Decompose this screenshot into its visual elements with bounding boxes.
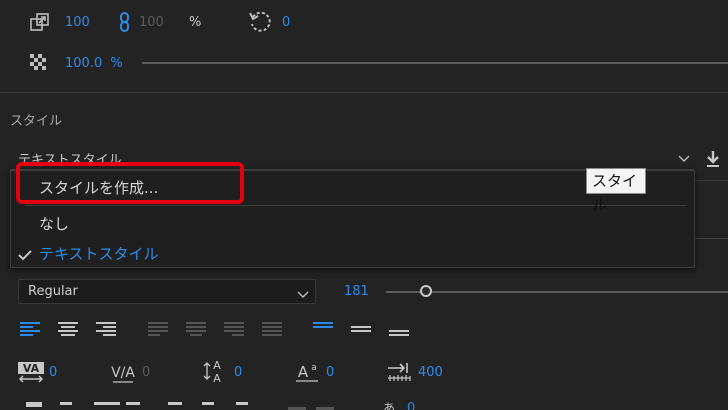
align-bottom-icon[interactable] bbox=[389, 330, 411, 346]
opacity-slider[interactable] bbox=[142, 62, 728, 64]
rotation-value[interactable]: 0 bbox=[282, 15, 290, 30]
font-style-value: Regular bbox=[28, 284, 78, 299]
svg-text:A: A bbox=[298, 363, 309, 381]
leading-icon: AA bbox=[203, 358, 227, 385]
justify-all-icon[interactable] bbox=[262, 322, 284, 338]
row-divider bbox=[695, 238, 728, 239]
stroke-icons-row bbox=[286, 402, 346, 410]
baseline-shift-icon: Aa bbox=[295, 360, 319, 384]
panel-edge bbox=[695, 180, 728, 181]
svg-text:a: a bbox=[311, 363, 317, 373]
leading-value[interactable]: 0 bbox=[234, 365, 242, 380]
opacity-number: 100.0 bbox=[65, 56, 103, 71]
style-section-label: スタイル bbox=[10, 114, 63, 129]
baseline-shift-value[interactable]: 0 bbox=[326, 365, 334, 380]
opacity-value[interactable]: 100.0 % bbox=[65, 56, 123, 71]
opacity-unit: % bbox=[110, 56, 123, 71]
rotation-icon bbox=[248, 10, 272, 34]
align-left-icon[interactable] bbox=[20, 322, 42, 338]
font-size-slider[interactable] bbox=[386, 291, 728, 293]
scale-unit: % bbox=[189, 15, 202, 30]
scale-icon bbox=[30, 12, 50, 32]
checkmark-icon bbox=[18, 246, 32, 265]
font-size-slider-handle[interactable] bbox=[420, 285, 432, 297]
justify-left-icon[interactable] bbox=[148, 322, 170, 338]
svg-text:A: A bbox=[213, 359, 221, 372]
align-right-icon[interactable] bbox=[96, 322, 118, 338]
menu-separator bbox=[25, 205, 686, 206]
scale-value[interactable]: 100 bbox=[65, 15, 90, 30]
tab-width-value[interactable]: 400 bbox=[418, 365, 443, 380]
tsume-icon: あ bbox=[380, 398, 398, 410]
kerning-icon: VA bbox=[18, 362, 44, 384]
font-style-dropdown[interactable]: Regular bbox=[18, 279, 316, 304]
kerning-value[interactable]: 0 bbox=[49, 365, 57, 380]
chevron-down-icon bbox=[678, 149, 690, 168]
tsume-value[interactable]: 0 bbox=[407, 402, 415, 410]
link-icon[interactable] bbox=[118, 12, 132, 32]
menu-item-none[interactable]: なし bbox=[39, 213, 69, 234]
tracking-value[interactable]: 0 bbox=[142, 365, 150, 380]
svg-text:あ: あ bbox=[383, 401, 395, 410]
chevron-down-icon bbox=[297, 285, 309, 304]
opacity-icon bbox=[30, 54, 48, 72]
align-top-icon[interactable] bbox=[313, 322, 335, 338]
justify-right-icon[interactable] bbox=[224, 322, 246, 338]
tab-width-icon bbox=[386, 362, 412, 384]
download-arrow-icon[interactable] bbox=[705, 150, 721, 168]
justify-center-icon[interactable] bbox=[186, 322, 208, 338]
align-middle-icon[interactable] bbox=[351, 326, 373, 342]
scale-height-value[interactable]: 100 bbox=[139, 15, 164, 30]
svg-text:V/A: V/A bbox=[111, 365, 135, 381]
text-style-icons-row bbox=[22, 402, 262, 410]
align-center-icon[interactable] bbox=[58, 322, 80, 338]
svg-text:VA: VA bbox=[23, 362, 40, 375]
menu-item-text-style[interactable]: テキストスタイル bbox=[39, 243, 159, 264]
highlight-annotation bbox=[16, 162, 244, 204]
section-divider bbox=[0, 92, 728, 93]
font-size-value[interactable]: 181 bbox=[344, 284, 369, 299]
tooltip: スタイル bbox=[586, 168, 646, 214]
tracking-icon: V/A bbox=[110, 362, 136, 384]
svg-text:A: A bbox=[213, 372, 221, 384]
